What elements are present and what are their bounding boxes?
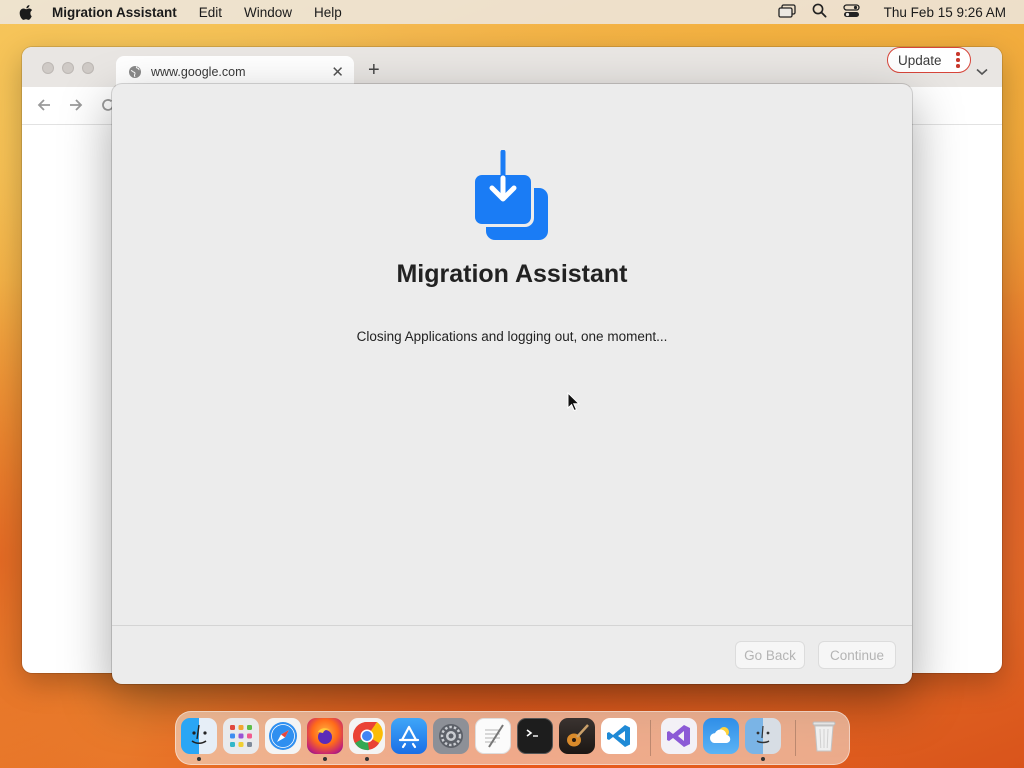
browser-tab-strip: www.google.com ✕ + bbox=[22, 47, 1002, 87]
migration-assistant-icon bbox=[472, 150, 548, 240]
window-minimize-button[interactable] bbox=[62, 62, 74, 74]
visual-studio-icon[interactable] bbox=[661, 718, 697, 754]
launchpad-icon[interactable] bbox=[223, 718, 259, 754]
continue-button[interactable]: Continue bbox=[818, 641, 896, 669]
tab-search-chevron-icon[interactable] bbox=[976, 63, 988, 81]
running-indicator bbox=[761, 757, 765, 761]
running-indicator bbox=[365, 757, 369, 761]
forward-arrow-icon[interactable] bbox=[68, 97, 84, 118]
vscode-icon[interactable] bbox=[601, 718, 637, 754]
menu-app-name[interactable]: Migration Assistant bbox=[52, 5, 177, 20]
window-close-button[interactable] bbox=[42, 62, 54, 74]
firefox-icon[interactable] bbox=[307, 718, 343, 754]
safari-icon[interactable] bbox=[265, 718, 301, 754]
running-indicator bbox=[323, 757, 327, 761]
trash-icon[interactable] bbox=[806, 718, 842, 754]
terminal-icon[interactable] bbox=[517, 718, 553, 754]
migration-assistant-dock-icon[interactable] bbox=[745, 718, 781, 754]
weather-icon[interactable] bbox=[703, 718, 739, 754]
browser-update-button[interactable]: Update bbox=[887, 47, 971, 73]
back-arrow-icon[interactable] bbox=[36, 97, 52, 118]
browser-tab-title: www.google.com bbox=[151, 64, 246, 79]
menu-bar: Migration Assistant Edit Window Help Thu… bbox=[0, 0, 1024, 24]
textedit-icon[interactable] bbox=[475, 718, 511, 754]
apple-menu-icon[interactable] bbox=[18, 4, 36, 21]
dock-separator bbox=[650, 720, 651, 756]
go-back-button[interactable]: Go Back bbox=[735, 641, 805, 669]
system-settings-icon[interactable] bbox=[433, 718, 469, 754]
more-options-icon[interactable] bbox=[956, 52, 960, 70]
mouse-cursor-icon bbox=[567, 392, 580, 412]
browser-tab[interactable]: www.google.com ✕ bbox=[116, 56, 354, 87]
app-store-icon[interactable] bbox=[391, 718, 427, 754]
menu-window[interactable]: Window bbox=[244, 5, 292, 20]
tab-close-icon[interactable]: ✕ bbox=[331, 63, 344, 81]
dock-separator bbox=[795, 720, 796, 756]
status-message: Closing Applications and logging out, on… bbox=[356, 329, 668, 344]
window-zoom-button[interactable] bbox=[82, 62, 94, 74]
dialog-title: Migration Assistant bbox=[396, 260, 628, 288]
control-center-icon[interactable] bbox=[843, 3, 860, 21]
menu-edit[interactable]: Edit bbox=[199, 5, 222, 20]
screen-mirroring-icon[interactable] bbox=[778, 3, 796, 21]
footer-divider bbox=[112, 625, 912, 626]
update-button-label: Update bbox=[898, 52, 942, 68]
finder-icon[interactable] bbox=[181, 718, 217, 754]
menubar-clock[interactable]: Thu Feb 15 9:26 AM bbox=[884, 5, 1006, 20]
globe-icon bbox=[129, 65, 141, 78]
garageband-icon[interactable] bbox=[559, 718, 595, 754]
migration-assistant-window: Migration Assistant Closing Applications… bbox=[112, 84, 912, 684]
spotlight-search-icon[interactable] bbox=[812, 3, 827, 21]
menu-help[interactable]: Help bbox=[314, 5, 342, 20]
new-tab-icon[interactable]: + bbox=[368, 59, 380, 82]
running-indicator bbox=[197, 757, 201, 761]
chrome-icon[interactable] bbox=[349, 718, 385, 754]
